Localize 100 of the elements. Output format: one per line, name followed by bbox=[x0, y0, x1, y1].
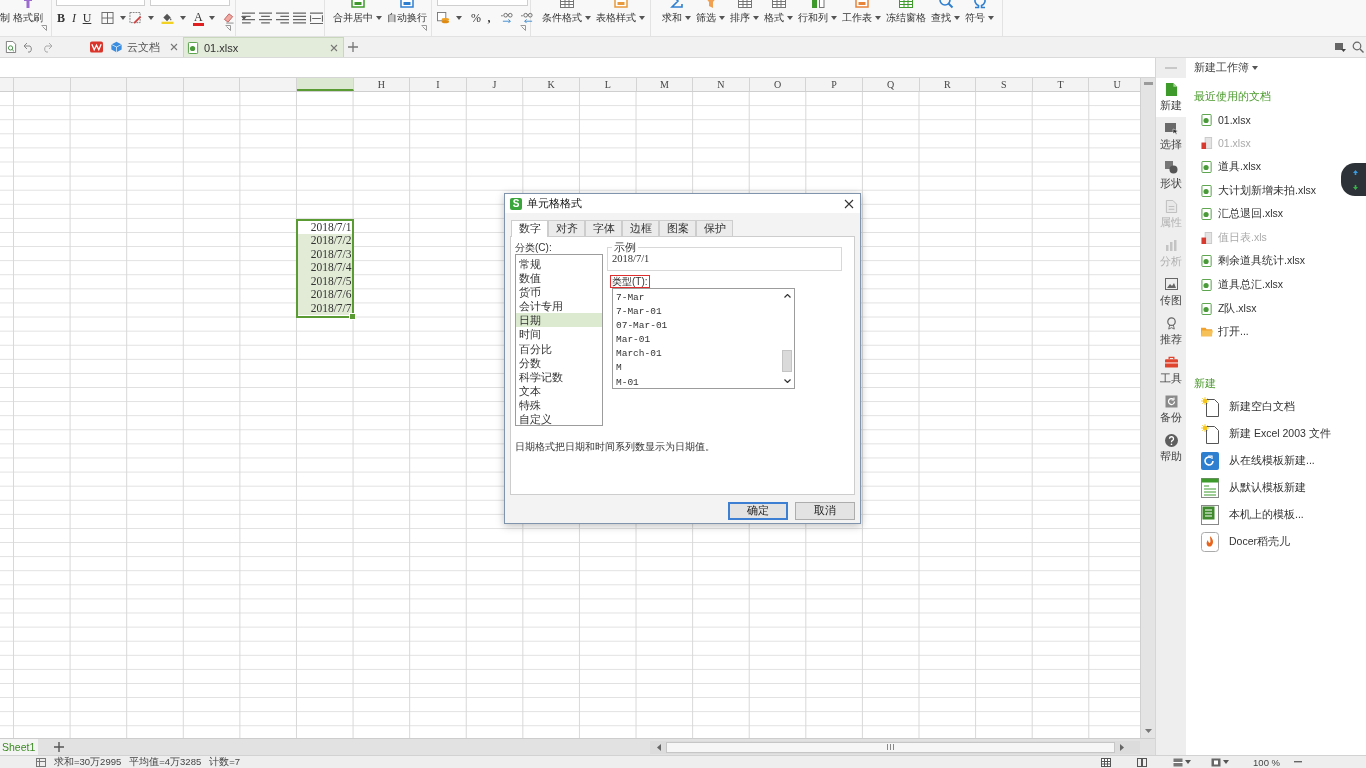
column-header[interactable]: M bbox=[636, 78, 694, 91]
vertical-scrollbar[interactable] bbox=[1140, 78, 1155, 738]
type-item[interactable]: 7-Mar bbox=[613, 291, 780, 306]
up-arrow-icon[interactable] bbox=[1353, 169, 1358, 175]
ribbon-button[interactable]: 行和列 bbox=[798, 0, 837, 25]
ribbon-button[interactable]: 条件格式 bbox=[542, 0, 591, 25]
type-item[interactable]: M-01 bbox=[613, 375, 780, 390]
column-header[interactable]: I bbox=[410, 78, 467, 91]
scroll-left-icon[interactable] bbox=[657, 743, 661, 751]
align-left-icon[interactable] bbox=[242, 12, 255, 24]
cell-highlight-icon[interactable] bbox=[1211, 757, 1222, 767]
ribbon-button[interactable]: 工作表 bbox=[842, 0, 881, 25]
table-cell[interactable]: 2018/7/4 bbox=[297, 261, 352, 275]
column-header[interactable]: T bbox=[1032, 78, 1090, 91]
side-tab[interactable]: 新建 bbox=[1156, 78, 1186, 117]
side-tab[interactable]: 备份 bbox=[1156, 390, 1186, 429]
type-item[interactable]: 7-Mar-01 bbox=[613, 305, 780, 320]
category-item[interactable]: 自定义 bbox=[516, 412, 602, 427]
category-item[interactable]: 特殊 bbox=[516, 397, 602, 413]
type-item[interactable]: M bbox=[613, 361, 780, 376]
side-tab[interactable]: 选择 bbox=[1156, 117, 1186, 156]
recent-file-link[interactable]: 汇总退回.xlsx bbox=[1194, 202, 1283, 226]
grid-pencil-icon[interactable] bbox=[129, 12, 142, 24]
number-format-field[interactable] bbox=[437, 0, 528, 6]
caret-icon[interactable] bbox=[241, 16, 247, 20]
side-tab[interactable]: 帮助 bbox=[1156, 429, 1186, 468]
new-document-link[interactable]: 新建空白文档 bbox=[1194, 393, 1295, 421]
fill-handle[interactable] bbox=[348, 312, 356, 320]
distributed-icon[interactable] bbox=[310, 12, 323, 24]
category-list[interactable]: 常规 数值 货币 会计专用 日期 时间 百分比 分数 科学记数 文本 特殊 自定义 bbox=[515, 254, 603, 426]
category-item[interactable]: 文本 bbox=[516, 383, 602, 398]
scrollbar-thumb[interactable] bbox=[782, 350, 792, 372]
grid-square-icon[interactable] bbox=[36, 757, 46, 767]
category-item[interactable]: 常规 bbox=[516, 257, 602, 272]
decrease-decimal-icon[interactable] bbox=[521, 12, 534, 24]
font-color-button[interactable]: A bbox=[193, 10, 203, 26]
table-cell[interactable]: 2018/7/1 bbox=[297, 220, 352, 235]
ribbon-button[interactable]: 格式刷 bbox=[13, 0, 43, 25]
recent-file-link[interactable]: 剩余道具统计.xlsx bbox=[1194, 249, 1305, 274]
ribbon-button[interactable]: 求和 bbox=[662, 0, 691, 25]
search-icon[interactable] bbox=[1352, 41, 1364, 53]
ok-button[interactable]: 确定 bbox=[728, 502, 788, 520]
redo-icon[interactable] bbox=[41, 41, 53, 53]
align-center-icon[interactable] bbox=[259, 12, 272, 24]
close-icon[interactable] bbox=[844, 198, 854, 209]
category-item[interactable]: 数值 bbox=[516, 271, 602, 286]
recent-file-link[interactable]: 大计划新增未拍.xlsx bbox=[1194, 178, 1316, 203]
ribbon-button[interactable]: 格式 bbox=[764, 0, 793, 25]
new-document-link[interactable]: 从在线模板新建... bbox=[1194, 447, 1315, 475]
caret-icon[interactable] bbox=[120, 16, 126, 20]
type-item[interactable]: 07-Mar-01 bbox=[613, 319, 780, 334]
window-menu-icon[interactable] bbox=[1334, 41, 1346, 53]
side-tab[interactable]: 传图 bbox=[1156, 273, 1186, 312]
category-item[interactable]: 分数 bbox=[516, 355, 602, 370]
floating-widget[interactable] bbox=[1341, 163, 1366, 196]
table-cell[interactable]: 2018/7/2 bbox=[297, 234, 352, 248]
document-tab[interactable]: 云文档 bbox=[107, 37, 183, 57]
column-header[interactable]: J bbox=[466, 78, 524, 91]
ribbon-button[interactable]: 制 bbox=[0, 0, 10, 25]
down-arrow-icon[interactable] bbox=[1353, 184, 1358, 190]
open-file-link[interactable]: 打开... bbox=[1194, 320, 1249, 344]
column-header[interactable]: Q bbox=[862, 78, 920, 91]
font-size-field[interactable] bbox=[150, 0, 230, 6]
column-header[interactable]: S bbox=[976, 78, 1033, 91]
column-header[interactable]: H bbox=[353, 78, 411, 91]
side-tab[interactable]: 工具 bbox=[1156, 351, 1186, 390]
justify-icon[interactable] bbox=[293, 12, 306, 24]
align-right-icon[interactable] bbox=[276, 12, 289, 24]
dialog-tab[interactable]: 字体 bbox=[585, 220, 622, 236]
column-header[interactable]: K bbox=[523, 78, 580, 91]
table-cell[interactable]: 2018/7/6 bbox=[297, 288, 352, 302]
side-tab[interactable]: 推荐 bbox=[1156, 312, 1186, 351]
new-document-link[interactable]: 本机上的模板... bbox=[1194, 501, 1304, 529]
font-name-field[interactable] bbox=[56, 0, 145, 6]
recent-file-link[interactable]: 01.xlsx bbox=[1194, 108, 1251, 132]
dialog-tab[interactable]: 数字 bbox=[511, 220, 548, 237]
category-item[interactable]: 百分比 bbox=[516, 341, 602, 356]
side-tab[interactable]: 形状 bbox=[1156, 156, 1186, 195]
type-list[interactable]: 7-Mar 7-Mar-01 07-Mar-01 Mar-01 March-01 M M-01 bbox=[612, 288, 795, 389]
sheet-tab[interactable]: Sheet1 bbox=[0, 739, 39, 755]
dialog-launcher-icon[interactable] bbox=[225, 25, 231, 31]
dialog-tab[interactable]: 对齐 bbox=[548, 220, 585, 236]
caret-icon[interactable] bbox=[180, 16, 186, 20]
print-preview-icon[interactable] bbox=[5, 41, 17, 53]
column-header[interactable]: O bbox=[749, 78, 807, 91]
scroll-up-icon[interactable] bbox=[783, 294, 791, 298]
category-item[interactable]: 日期 bbox=[516, 313, 602, 328]
undo-icon[interactable] bbox=[23, 41, 35, 53]
dialog-launcher-icon[interactable] bbox=[421, 25, 427, 31]
scrollbar-thumb[interactable] bbox=[666, 741, 1115, 753]
category-item[interactable]: 货币 bbox=[516, 285, 602, 300]
thousands-separator-button[interactable]: , bbox=[484, 11, 494, 25]
eraser-icon[interactable] bbox=[222, 12, 235, 24]
category-item[interactable]: 时间 bbox=[516, 327, 602, 342]
percent-button[interactable]: % bbox=[471, 11, 481, 25]
recent-file-link[interactable]: 道具.xlsx bbox=[1194, 155, 1261, 179]
new-document-link[interactable]: 新建 Excel 2003 文件 bbox=[1194, 420, 1331, 448]
fill-color-icon[interactable] bbox=[161, 12, 174, 24]
underline-button[interactable]: U bbox=[82, 11, 92, 25]
coin-table-icon[interactable] bbox=[437, 12, 450, 24]
